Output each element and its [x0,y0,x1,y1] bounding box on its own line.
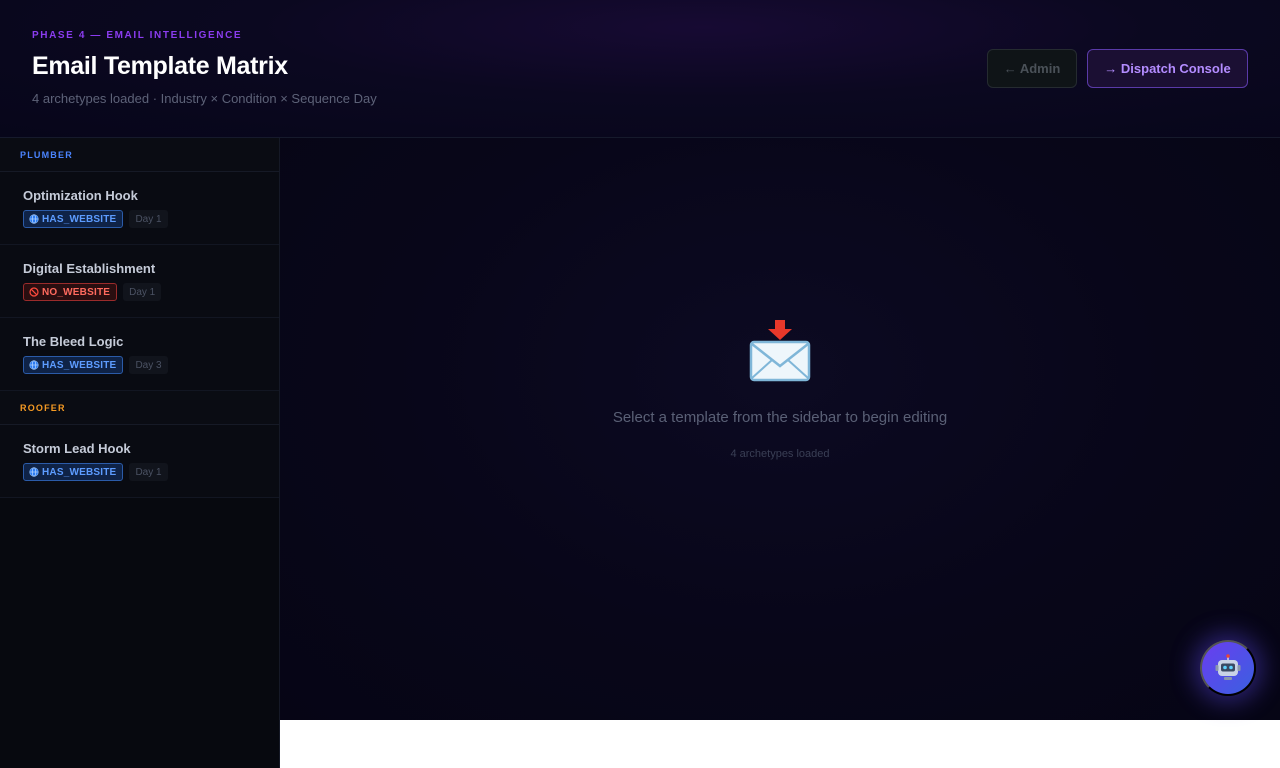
condition-label: HAS_WEBSITE [42,359,117,371]
condition-badge: HAS_WEBSITE [23,210,124,228]
globe-icon [29,214,39,224]
condition-label: HAS_WEBSITE [42,213,117,225]
condition-badge: NO_WEBSITE [23,283,118,301]
incoming-envelope-icon [749,320,811,382]
archetype-count: 4 archetypes loaded [730,448,830,460]
globe-icon [29,360,39,370]
robot-icon [1215,654,1241,680]
page-subtitle: 4 archetypes loaded · Industry × Conditi… [32,91,377,106]
editor-empty-state: Select a template from the sidebar to be… [280,138,1280,720]
template-item-optimization-hook[interactable]: Optimization Hook HAS_WEBSITE Day 1 [0,172,279,245]
template-tags: NO_WEBSITE Day 1 [23,283,279,301]
template-tags: HAS_WEBSITE Day 3 [23,356,279,374]
no-entry-icon [29,287,39,297]
template-tags: HAS_WEBSITE Day 1 [23,463,279,481]
sequence-day-badge: Day 1 [123,283,162,301]
template-item-digital-establishment[interactable]: Digital Establishment NO_WEBSITE Day 1 [0,245,279,318]
globe-icon [29,467,39,477]
template-item-the-bleed-logic[interactable]: The Bleed Logic HAS_WEBSITE Day 3 [0,318,279,391]
sequence-day-badge: Day 3 [129,356,168,374]
phase-label: PHASE 4 — EMAIL INTELLIGENCE [32,30,243,41]
empty-state-message: Select a template from the sidebar to be… [612,409,948,426]
app: PHASE 4 — EMAIL INTELLIGENCE Email Templ… [0,0,1280,768]
condition-label: NO_WEBSITE [42,286,111,298]
group-label-roofer: ROOFER [0,391,279,425]
page-title: Email Template Matrix [32,52,288,80]
template-title: Optimization Hook [23,188,138,203]
page-header: PHASE 4 — EMAIL INTELLIGENCE Email Templ… [0,0,1280,138]
sequence-day-badge: Day 1 [129,210,168,228]
condition-badge: HAS_WEBSITE [23,356,124,374]
template-item-storm-lead-hook[interactable]: Storm Lead Hook HAS_WEBSITE Day 1 [0,425,279,498]
assistant-fab-button[interactable] [1200,640,1256,696]
template-tags: HAS_WEBSITE Day 1 [23,210,279,228]
template-title: Digital Establishment [23,261,156,276]
dispatch-console-button[interactable]: → Dispatch Console [1087,49,1248,88]
template-title: The Bleed Logic [23,334,124,349]
condition-label: HAS_WEBSITE [42,466,117,478]
template-sidebar: PLUMBER Optimization Hook HAS_WEBSITE Da… [0,138,280,768]
group-label-plumber: PLUMBER [0,138,279,172]
admin-button[interactable]: ← Admin [987,49,1077,88]
template-title: Storm Lead Hook [23,441,131,456]
condition-badge: HAS_WEBSITE [23,463,124,481]
sequence-day-badge: Day 1 [129,463,168,481]
